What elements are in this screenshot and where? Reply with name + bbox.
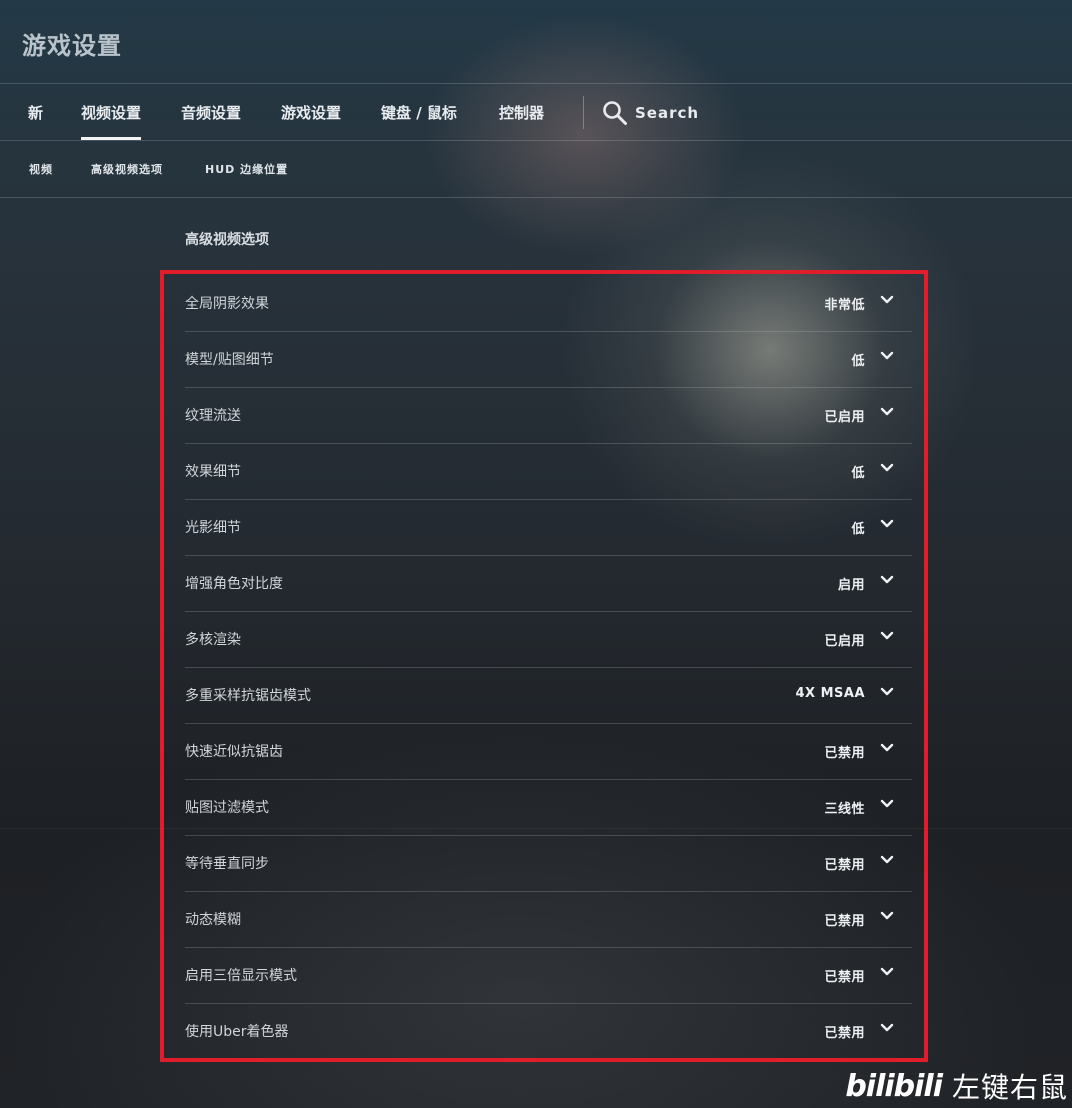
tab-controller[interactable]: 控制器 (499, 84, 544, 140)
tab-audio-settings[interactable]: 音频设置 (181, 84, 241, 140)
sub-nav: 视频 高级视频选项 HUD 边缘位置 (0, 141, 1072, 198)
section-title: 高级视频选项 (185, 232, 269, 248)
watermark: bilibili 左键右鼠 (845, 1066, 1068, 1106)
chevron-down-icon[interactable] (880, 351, 894, 361)
setting-row[interactable]: 模型/贴图细节 低 (185, 332, 912, 388)
setting-label: 使用Uber着色器 (185, 1024, 289, 1040)
setting-label: 全局阴影效果 (185, 296, 269, 312)
setting-value-dropdown[interactable]: 已禁用 (824, 742, 865, 761)
tab-new[interactable]: 新 (28, 84, 43, 140)
setting-value-dropdown[interactable]: 低 (851, 462, 865, 481)
setting-row[interactable]: 增强角色对比度 启用 (185, 556, 912, 612)
setting-label: 快速近似抗锯齿 (185, 744, 283, 760)
setting-value-dropdown[interactable]: 非常低 (824, 294, 865, 313)
chevron-down-icon[interactable] (880, 855, 894, 865)
subtab-video[interactable]: 视频 (29, 141, 53, 197)
setting-row[interactable]: 等待垂直同步 已禁用 (185, 836, 912, 892)
setting-label: 效果细节 (185, 464, 241, 480)
setting-label: 等待垂直同步 (185, 856, 269, 872)
setting-value-dropdown[interactable]: 已禁用 (824, 966, 865, 985)
setting-row[interactable]: 多重采样抗锯齿模式 4X MSAA (185, 668, 912, 724)
title-bar: 游戏设置 (0, 0, 1072, 84)
setting-row[interactable]: 快速近似抗锯齿 已禁用 (185, 724, 912, 780)
setting-value-dropdown[interactable]: 已禁用 (824, 854, 865, 873)
setting-row[interactable]: 使用Uber着色器 已禁用 (185, 1004, 912, 1059)
chevron-down-icon[interactable] (880, 1023, 894, 1033)
setting-row[interactable]: 启用三倍显示模式 已禁用 (185, 948, 912, 1004)
setting-value-dropdown[interactable]: 已启用 (824, 406, 865, 425)
tab-keyboard-mouse[interactable]: 键盘 / 鼠标 (381, 84, 457, 140)
bilibili-logo: bilibili (845, 1068, 943, 1104)
chevron-down-icon[interactable] (880, 631, 894, 641)
chevron-down-icon[interactable] (880, 463, 894, 473)
setting-value-dropdown[interactable]: 已禁用 (824, 1022, 865, 1041)
setting-label: 动态模糊 (185, 912, 241, 928)
settings-page: 游戏设置 新 视频设置 音频设置 游戏设置 键盘 / 鼠标 控制器 Search… (0, 0, 1072, 1108)
tab-game-settings[interactable]: 游戏设置 (281, 84, 341, 140)
tab-video-settings[interactable]: 视频设置 (81, 84, 142, 140)
setting-label: 增强角色对比度 (185, 576, 283, 592)
main-nav: 新 视频设置 音频设置 游戏设置 键盘 / 鼠标 控制器 Search (0, 84, 1072, 141)
setting-label: 模型/贴图细节 (185, 352, 274, 368)
chevron-down-icon[interactable] (880, 575, 894, 585)
subtab-advanced-video[interactable]: 高级视频选项 (91, 141, 163, 197)
setting-row[interactable]: 多核渲染 已启用 (185, 612, 912, 668)
setting-value-dropdown[interactable]: 已启用 (824, 630, 865, 649)
setting-value-dropdown[interactable]: 已禁用 (824, 910, 865, 929)
setting-row[interactable]: 光影细节 低 (185, 500, 912, 556)
chevron-down-icon[interactable] (880, 967, 894, 977)
setting-value-dropdown[interactable]: 低 (851, 518, 865, 537)
setting-label: 纹理流送 (185, 408, 241, 424)
subtab-hud-edge-position[interactable]: HUD 边缘位置 (205, 141, 288, 197)
chevron-down-icon[interactable] (880, 687, 894, 697)
setting-label: 多重采样抗锯齿模式 (185, 688, 311, 704)
setting-label: 贴图过滤模式 (185, 800, 269, 816)
setting-row[interactable]: 效果细节 低 (185, 444, 912, 500)
search-button[interactable]: Search (602, 98, 699, 128)
chevron-down-icon[interactable] (880, 407, 894, 417)
setting-row[interactable]: 贴图过滤模式 三线性 (185, 780, 912, 836)
watermark-text: 左键右鼠 (951, 1071, 1068, 1104)
setting-value-dropdown[interactable]: 低 (851, 350, 865, 369)
setting-label: 启用三倍显示模式 (185, 968, 297, 984)
page-title: 游戏设置 (22, 32, 122, 60)
search-label: Search (635, 104, 700, 122)
search-icon (602, 100, 628, 126)
setting-value-dropdown[interactable]: 启用 (838, 574, 865, 593)
setting-label: 光影细节 (185, 520, 241, 536)
setting-value-dropdown[interactable]: 4X MSAA (795, 686, 865, 701)
chevron-down-icon[interactable] (880, 295, 894, 305)
setting-row[interactable]: 动态模糊 已禁用 (185, 892, 912, 948)
setting-row[interactable]: 全局阴影效果 非常低 (185, 276, 912, 332)
chevron-down-icon[interactable] (880, 799, 894, 809)
nav-divider (583, 96, 584, 129)
chevron-down-icon[interactable] (880, 743, 894, 753)
setting-row[interactable]: 纹理流送 已启用 (185, 388, 912, 444)
setting-label: 多核渲染 (185, 632, 241, 648)
settings-list: 全局阴影效果 非常低 模型/贴图细节低纹理流送 已启用 效果细节低光影细节低增强角色对比… (185, 276, 912, 1059)
chevron-down-icon[interactable] (880, 519, 894, 529)
chevron-down-icon[interactable] (880, 911, 894, 921)
setting-value-dropdown[interactable]: 三线性 (824, 798, 865, 817)
